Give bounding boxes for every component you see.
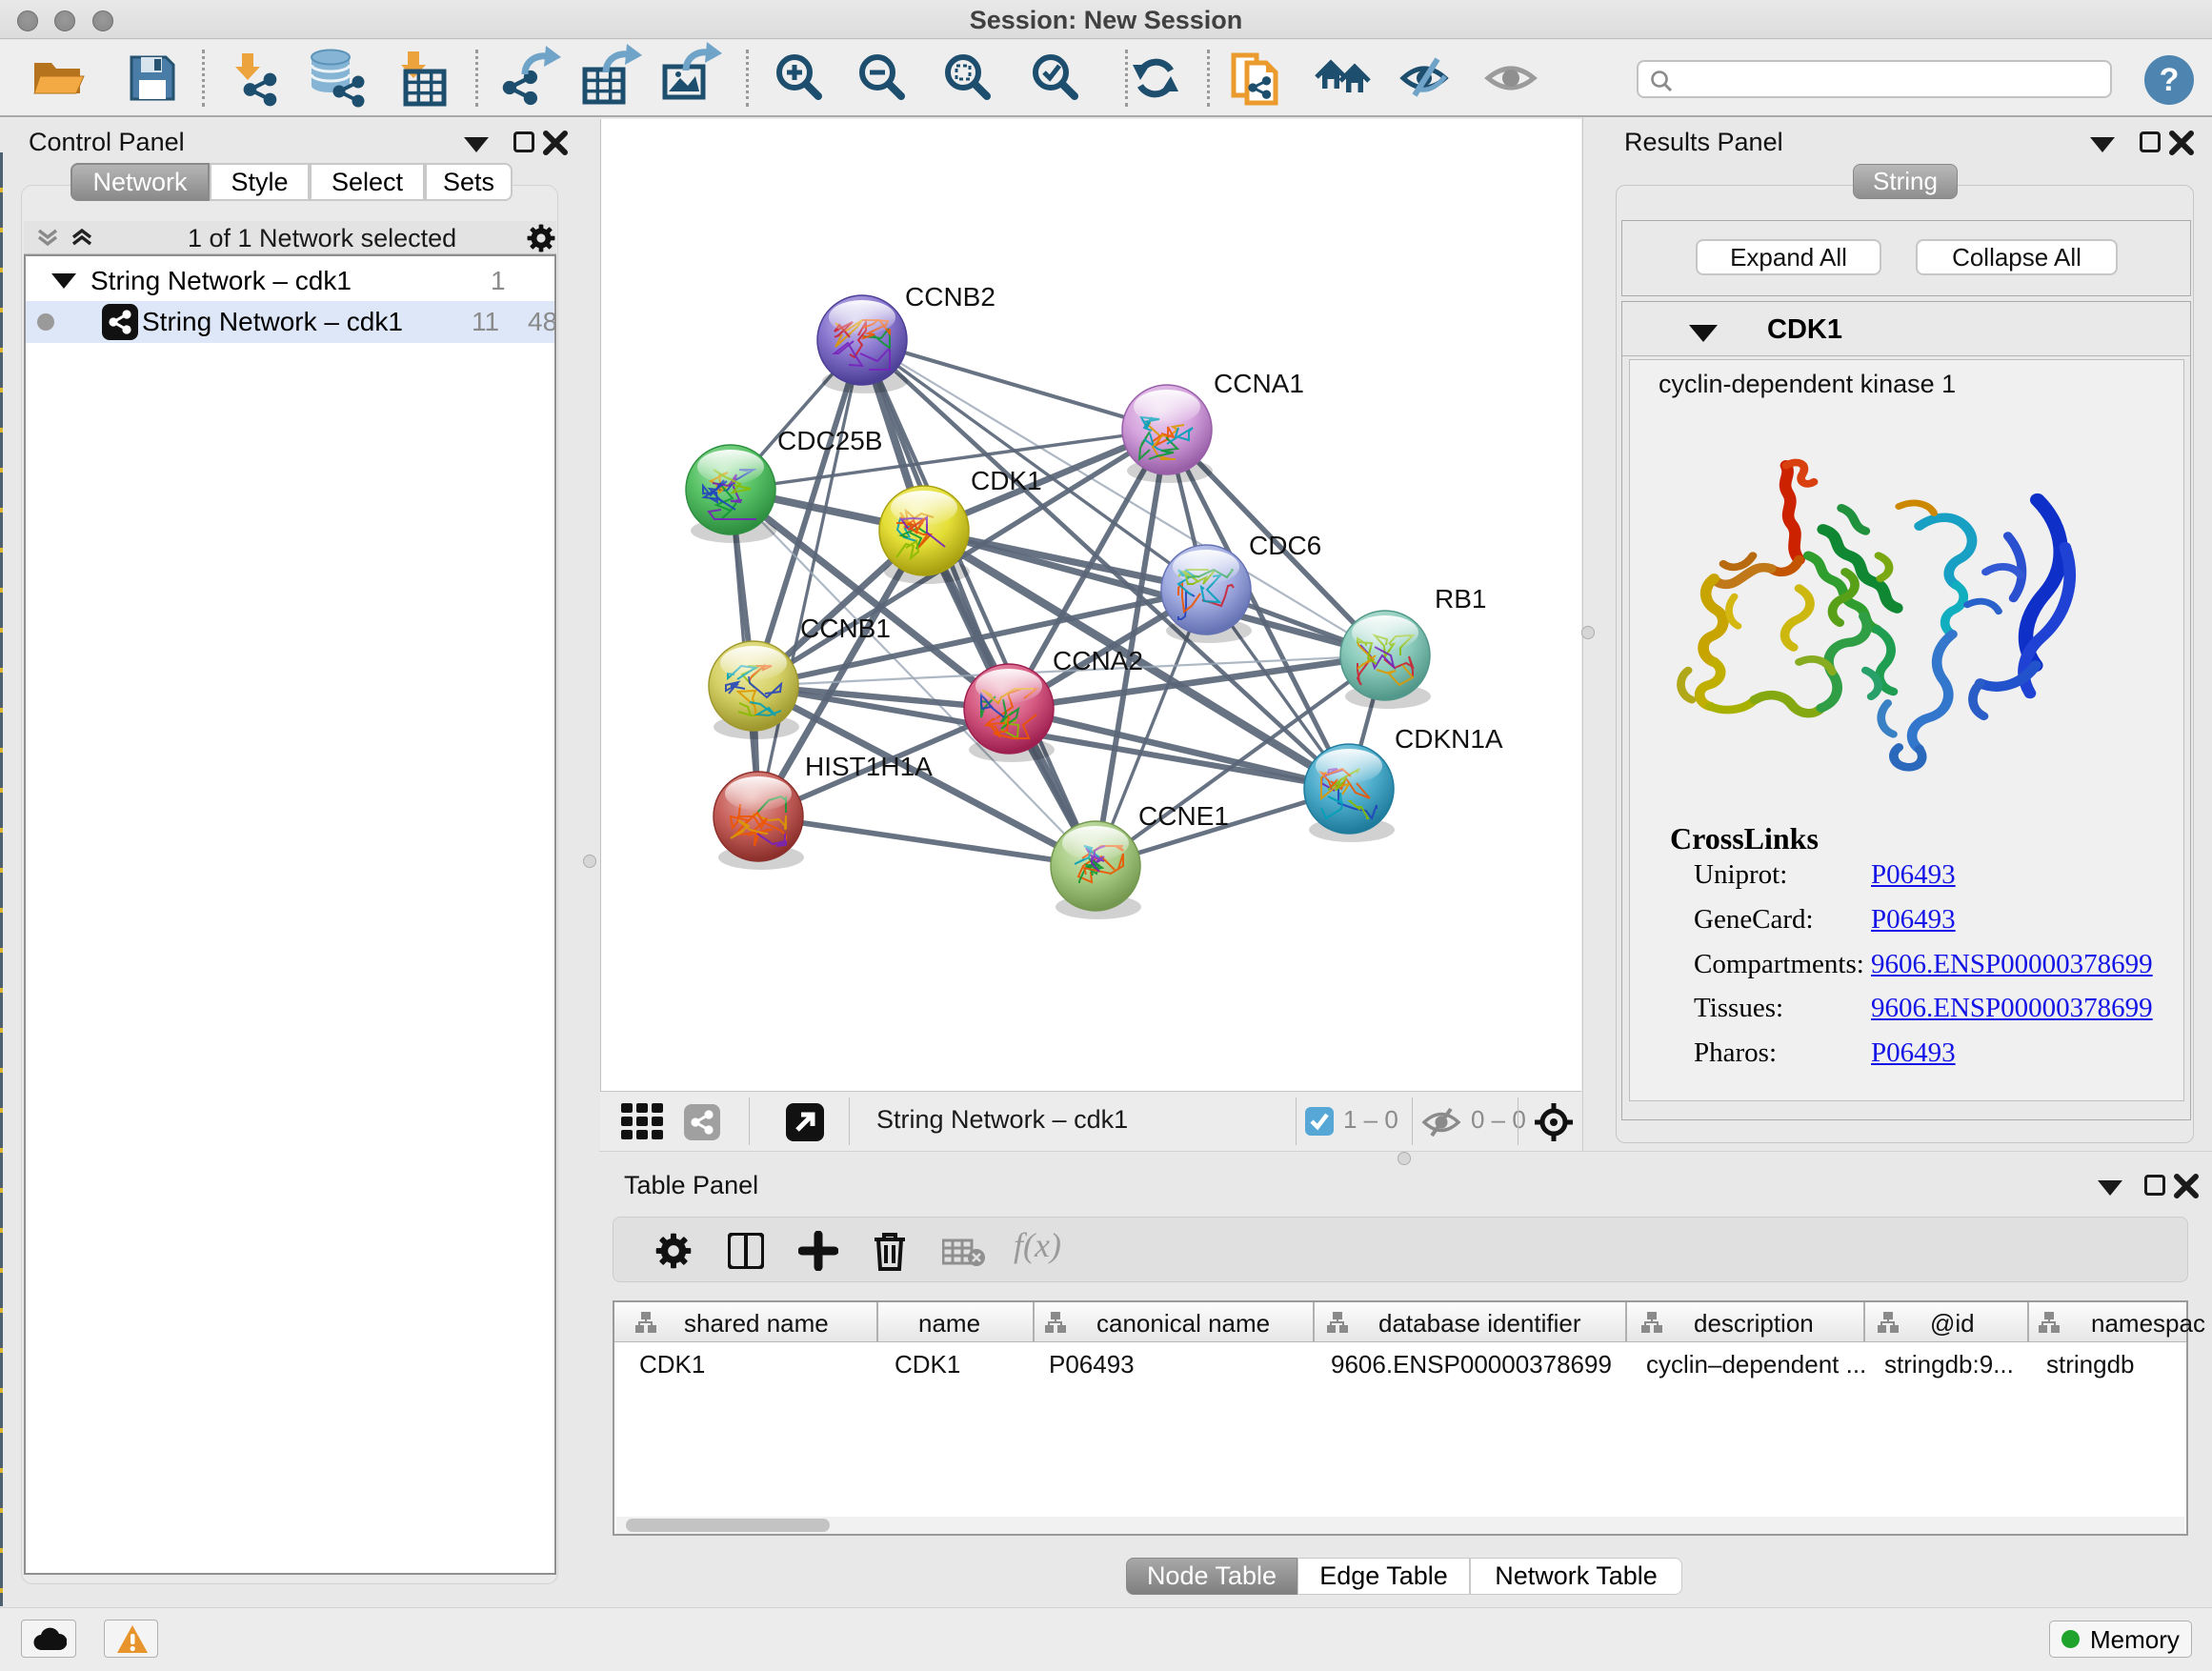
svg-text:CCNA1: CCNA1: [1214, 369, 1304, 398]
svg-text:RB1: RB1: [1435, 584, 1486, 614]
svg-text:CCNA2: CCNA2: [1053, 646, 1143, 675]
svg-text:CCNB2: CCNB2: [905, 282, 995, 312]
svg-text:CDC6: CDC6: [1249, 531, 1321, 560]
svg-text:?: ?: [2160, 62, 2180, 98]
svg-text:CCNE1: CCNE1: [1138, 801, 1229, 831]
svg-text:CDK1: CDK1: [971, 466, 1042, 495]
svg-text:CDKN1A: CDKN1A: [1395, 724, 1503, 754]
svg-text:CDC25B: CDC25B: [777, 426, 882, 455]
svg-text:HIST1H1A: HIST1H1A: [805, 752, 933, 781]
svg-text:CCNB1: CCNB1: [800, 614, 891, 643]
